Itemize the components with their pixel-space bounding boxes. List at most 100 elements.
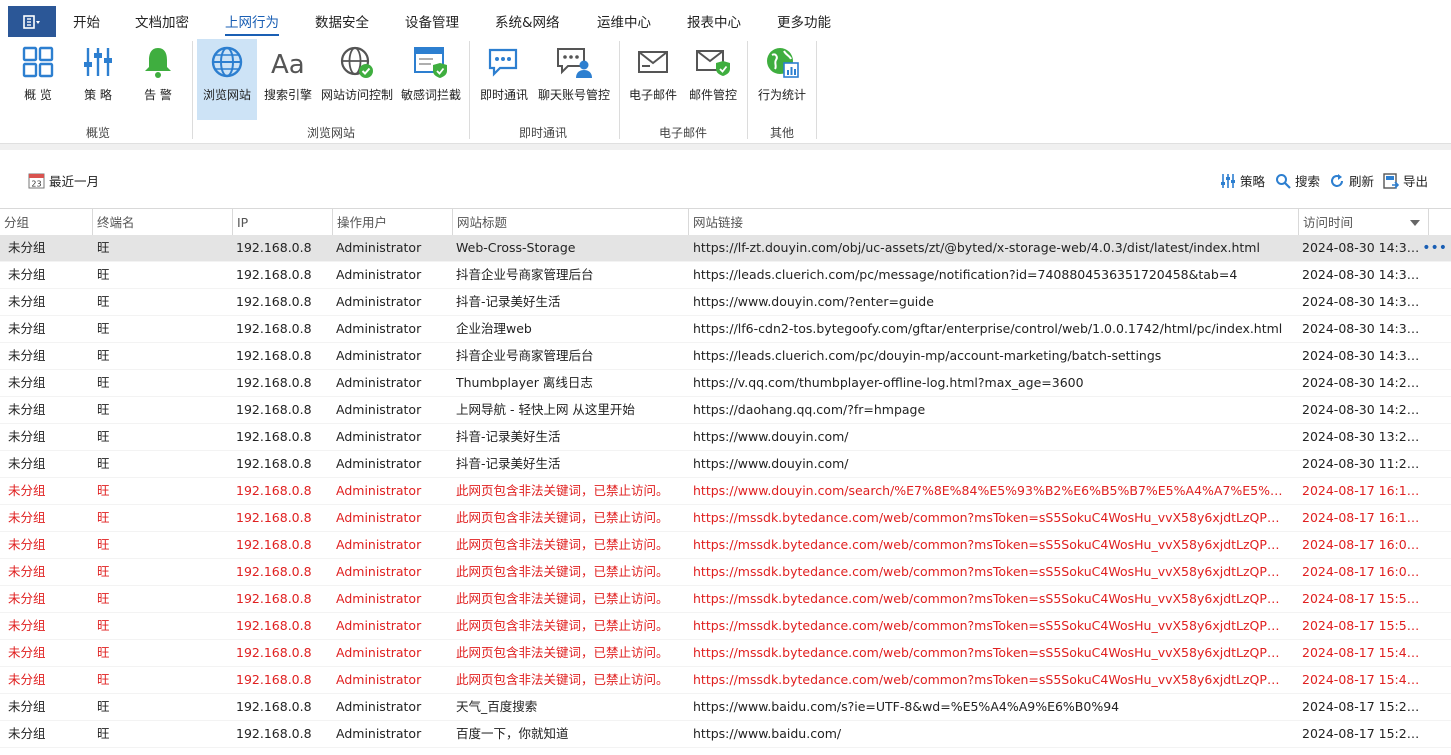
- ribbon-overview-button[interactable]: 概 览: [14, 39, 62, 117]
- table-row[interactable]: 未分组 旺 192.168.0.8 Administrator 天气_百度搜索 https…: [0, 694, 1451, 721]
- cell-terminal: 旺: [97, 726, 110, 741]
- cell-site-url: https://www.douyin.com/: [693, 456, 849, 471]
- date-range-picker[interactable]: 23 最近一月: [28, 171, 99, 190]
- ribbon-policy-button[interactable]: 策 略: [74, 39, 122, 117]
- table-row[interactable]: 未分组 旺 192.168.0.8 Administrator 此网页包含非法关键词，已…: [0, 559, 1451, 586]
- menu-tab-report-center[interactable]: 报表中心: [687, 11, 741, 31]
- table-row[interactable]: 未分组 旺 192.168.0.8 Administrator 上网导航 - 轻快上网 …: [0, 397, 1451, 424]
- cell-group: 未分组: [8, 240, 46, 255]
- cell-ip: 192.168.0.8: [236, 591, 312, 606]
- table-row[interactable]: 未分组 旺 192.168.0.8 Administrator 抖音-记录美好生活 htt…: [0, 424, 1451, 451]
- cell-terminal: 旺: [97, 294, 110, 309]
- app-menu-button[interactable]: [8, 6, 56, 37]
- column-header-site-url[interactable]: 网站链接: [688, 209, 1298, 236]
- cell-visit-time: 2024-08-17 16:17:30: [1302, 483, 1426, 498]
- table-row[interactable]: 未分组 旺 192.168.0.8 Administrator 抖音-记录美好生活 htt…: [0, 451, 1451, 478]
- globe-icon: [207, 42, 247, 82]
- table-row[interactable]: 未分组 旺 192.168.0.8 Administrator 抖音企业号商家管理后台 h…: [0, 343, 1451, 370]
- cell-site-url: https://www.douyin.com/search/%E7%8E%84%…: [693, 483, 1289, 498]
- cell-site-url: https://mssdk.bytedance.com/web/common?m…: [693, 645, 1289, 660]
- table-row[interactable]: 未分组 旺 192.168.0.8 Administrator Thumbplayer …: [0, 370, 1451, 397]
- column-header-user[interactable]: 操作用户: [332, 209, 452, 236]
- table-row[interactable]: 未分组 旺 192.168.0.8 Administrator 抖音企业号商家管理后台 h…: [0, 262, 1451, 289]
- cell-site-title: 企业治理web: [456, 321, 532, 336]
- table-body: 未分组旺 192.168.0.8 Administrator Web-Cross-St…: [0, 235, 1451, 755]
- cell-ip: 192.168.0.8: [236, 483, 312, 498]
- column-header-terminal[interactable]: 终端名: [92, 209, 232, 236]
- table-row[interactable]: 未分组 旺 192.168.0.8 Administrator 此网页包含非法关键词，已…: [0, 505, 1451, 532]
- ribbon-site-access-control-label: 网站访问控制: [320, 88, 393, 102]
- cell-site-url: https://mssdk.bytedance.com/web/common?m…: [693, 672, 1289, 687]
- menu-tab-more[interactable]: 更多功能: [777, 11, 831, 31]
- cell-visit-time: 2024-08-17 15:44:40: [1302, 645, 1426, 660]
- ribbon-group-separator: [747, 41, 748, 139]
- table-row[interactable]: 未分组 旺 192.168.0.8 Administrator 此网页包含非法关键词，已…: [0, 640, 1451, 667]
- ribbon-sensitive-word-button[interactable]: 敏感词拦截: [399, 39, 463, 117]
- cell-site-url: https://mssdk.bytedance.com/web/common?m…: [693, 564, 1289, 579]
- ribbon-group-browse-web: 浏览网站: [306, 126, 356, 140]
- menu-tab-doc-encrypt[interactable]: 文档加密: [135, 11, 189, 31]
- ribbon-mail-control-button[interactable]: 邮件管控: [686, 39, 740, 117]
- overview-grid-icon: [18, 42, 58, 82]
- cell-group: 未分组: [8, 375, 46, 390]
- cell-group: 未分组: [8, 483, 46, 498]
- cell-site-title: 上网导航 - 轻快上网 从这里开始: [456, 402, 635, 417]
- cell-visit-time: 2024-08-17 16:07:45: [1302, 564, 1426, 579]
- column-header-visit-time[interactable]: 访问时间: [1298, 209, 1428, 236]
- menu-tab-system-network[interactable]: 系统&网络: [495, 11, 560, 31]
- cell-site-url: https://leads.cluerich.com/pc/message/no…: [693, 267, 1238, 282]
- table-row[interactable]: 未分组 旺 192.168.0.8 Administrator 百度一下，你就知道 htt…: [0, 721, 1451, 748]
- cell-site-title: 此网页包含非法关键词，已禁止访问。: [456, 591, 669, 606]
- table-row[interactable]: 未分组 旺 192.168.0.8 Administrator 此网页包含非法关键词，已…: [0, 667, 1451, 694]
- export-toolbar-button[interactable]: 导出: [1383, 171, 1428, 190]
- cell-terminal: 旺: [97, 321, 110, 336]
- ribbon-policy-label: 策 略: [84, 88, 112, 102]
- column-header-ip[interactable]: IP: [232, 209, 332, 236]
- table-row[interactable]: 未分组 旺 192.168.0.8 Administrator 此网页包含非法关键词，已…: [0, 586, 1451, 613]
- ribbon-mail-control-label: 邮件管控: [688, 88, 737, 102]
- date-range-label: 最近一月: [49, 174, 100, 189]
- ribbon-instant-messaging-button[interactable]: 即时通讯: [477, 39, 531, 117]
- menu-tab-device-mgmt[interactable]: 设备管理: [405, 11, 459, 31]
- ribbon-behavior-stats-button[interactable]: 行为统计: [755, 39, 809, 117]
- table-row[interactable]: 未分组 旺 192.168.0.8 Administrator 此网页包含非法关键词，已…: [0, 478, 1451, 505]
- menu-tab-start[interactable]: 开始: [73, 11, 100, 31]
- sort-descending-icon: [1410, 220, 1420, 226]
- cell-site-title: 此网页包含非法关键词，已禁止访问。: [456, 645, 669, 660]
- ribbon-site-access-control-button[interactable]: 网站访问控制: [319, 39, 395, 117]
- menu-tab-ops-center[interactable]: 运维中心: [597, 11, 651, 31]
- table-row[interactable]: 未分组 旺 192.168.0.8 Administrator 企业治理web https…: [0, 316, 1451, 343]
- refresh-toolbar-button[interactable]: 刷新: [1329, 171, 1374, 190]
- cell-site-url: https://mssdk.bytedance.com/web/common?m…: [693, 537, 1289, 552]
- cell-site-title: 抖音企业号商家管理后台: [456, 267, 594, 282]
- row-more-icon[interactable]: •••: [1422, 241, 1447, 255]
- cell-visit-time: 2024-08-17 16:09:40: [1302, 537, 1426, 552]
- cell-group: 未分组: [8, 456, 46, 471]
- menu-tab-web-behavior[interactable]: 上网行为: [225, 11, 279, 36]
- cell-terminal: 旺: [97, 348, 110, 363]
- column-header-site-title[interactable]: 网站标题: [452, 209, 688, 236]
- table-row[interactable]: 未分组 旺 192.168.0.8 Administrator 抖音-记录美好生活 htt…: [0, 289, 1451, 316]
- cell-visit-time: 2024-08-30 14:29:22: [1302, 402, 1426, 417]
- cell-group: 未分组: [8, 699, 46, 714]
- cell-site-url: https://www.baidu.com/: [693, 726, 842, 741]
- ribbon-search-engine-button[interactable]: Aa 搜索引擎: [260, 39, 316, 117]
- ribbon-alarm-label: 告 警: [144, 88, 172, 102]
- ribbon-email-button[interactable]: 电子邮件: [626, 39, 680, 117]
- policy-toolbar-button[interactable]: 策略: [1220, 171, 1265, 190]
- cell-visit-time: 2024-08-30 14:31:34: [1302, 240, 1426, 255]
- ribbon-chat-account-button[interactable]: 聊天账号管控: [536, 39, 612, 117]
- cell-site-url: https://www.baidu.com/s?ie=UTF-8&wd=%E5%…: [693, 699, 1120, 714]
- ribbon-alarm-button[interactable]: 告 警: [134, 39, 182, 117]
- table-row[interactable]: 未分组 旺 192.168.0.8 Administrator 此网页包含非法关键词，已…: [0, 613, 1451, 640]
- ribbon-browse-web-button[interactable]: 浏览网站: [197, 39, 257, 120]
- table-row[interactable]: 未分组 旺 192.168.0.8 Administrator Web-Cross-St…: [0, 235, 1451, 262]
- policy-sliders-icon: [78, 42, 118, 82]
- search-toolbar-button[interactable]: 搜索: [1275, 171, 1320, 190]
- cell-visit-time: 2024-08-17 15:59:40: [1302, 591, 1426, 606]
- menu-tab-data-security[interactable]: 数据安全: [315, 11, 369, 31]
- calendar-icon: 23: [28, 173, 45, 189]
- column-header-filler: [1428, 209, 1451, 236]
- table-row[interactable]: 未分组 旺 192.168.0.8 Administrator 此网页包含非法关键词，已…: [0, 532, 1451, 559]
- column-header-group[interactable]: 分组: [0, 209, 92, 236]
